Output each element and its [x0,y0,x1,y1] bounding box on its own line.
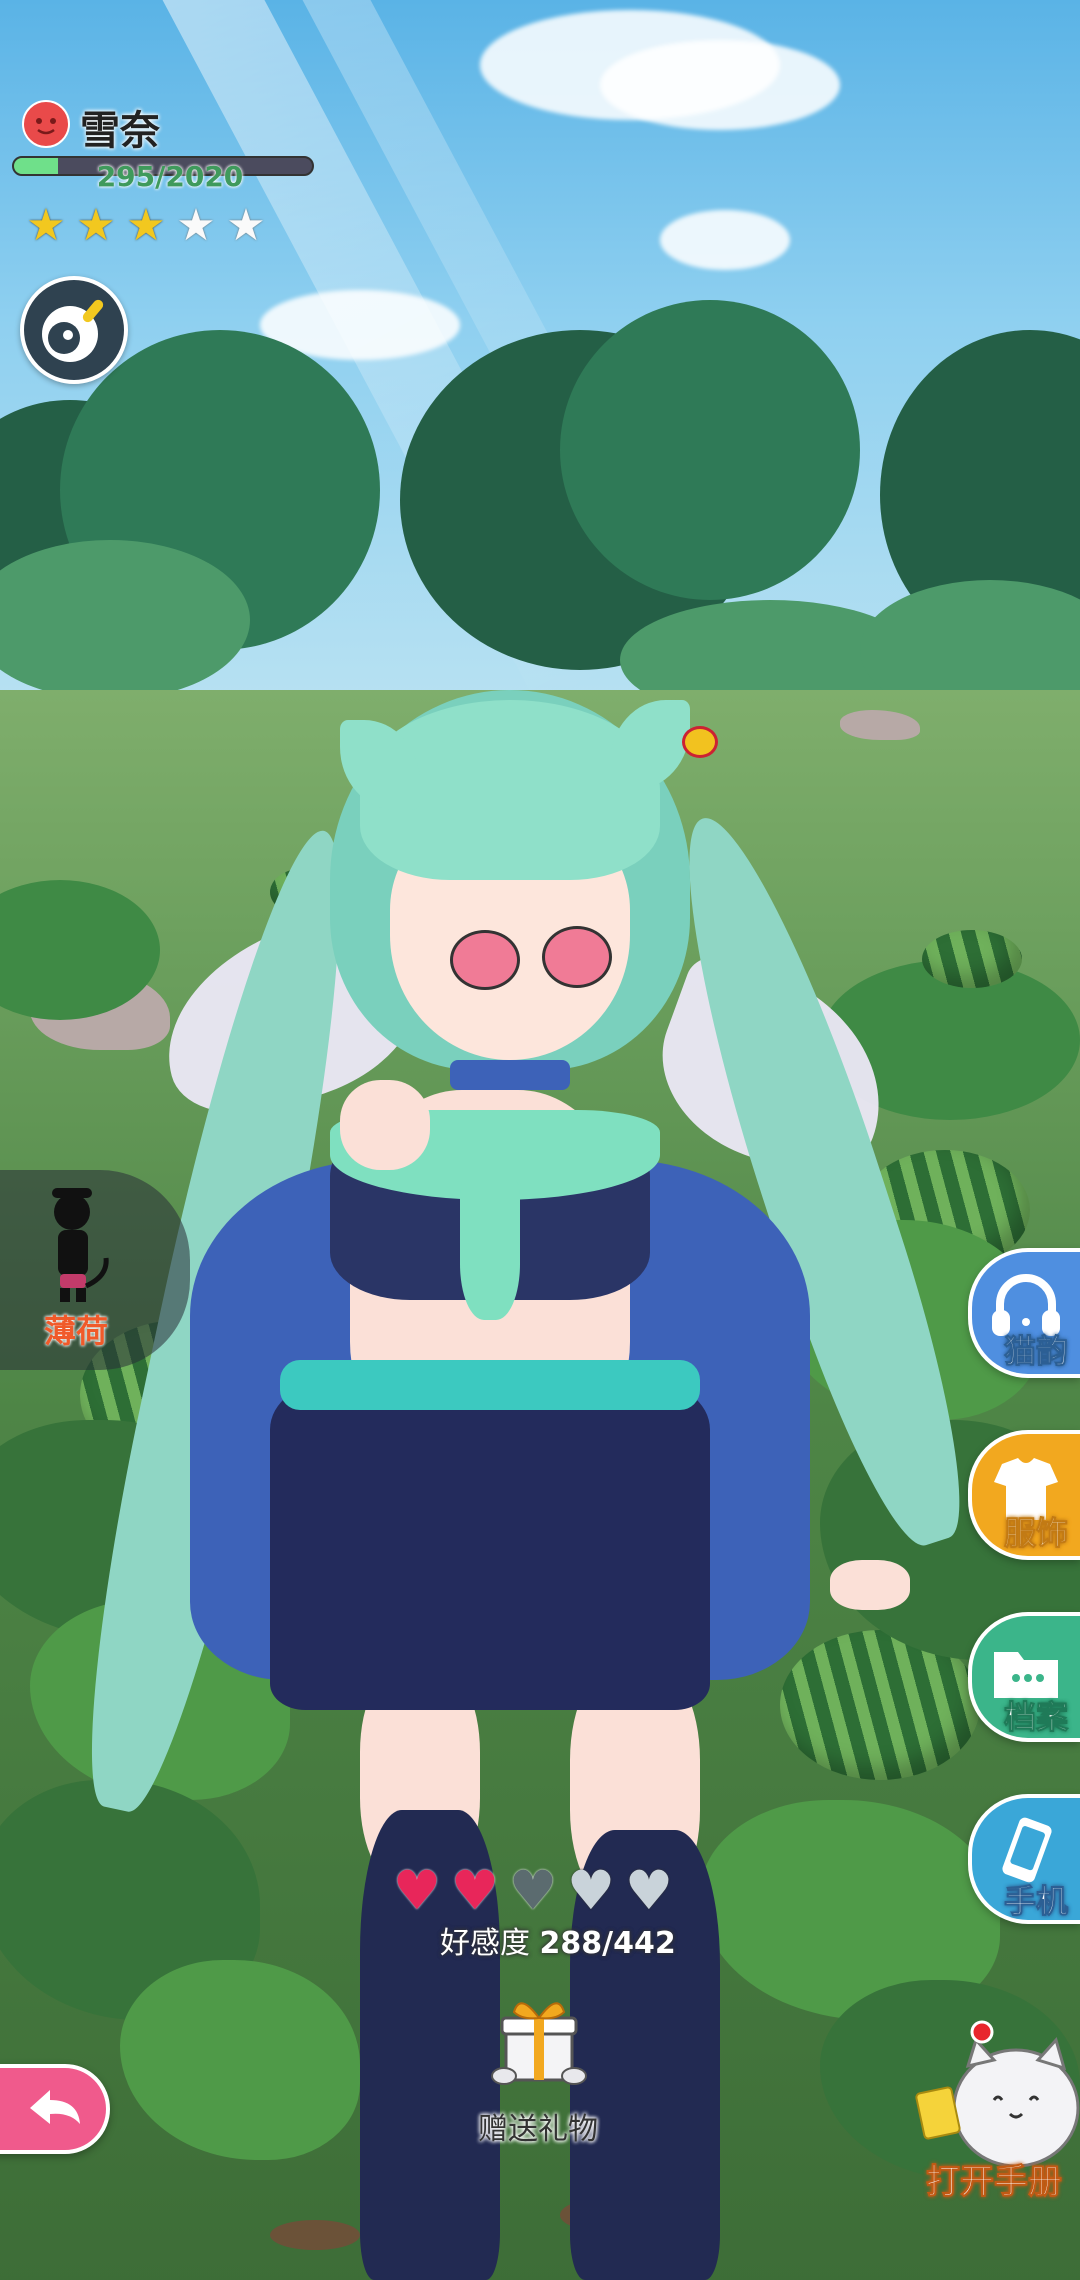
sunglasses-left [450,930,520,990]
back-arrow-icon [30,2090,80,2124]
star-filled-icon: ★ [26,200,66,251]
star-filled-icon: ★ [76,200,116,251]
gift-button[interactable] [484,1982,594,2092]
affection-display: 好感度 288/442 [440,1918,676,1962]
gift-label: 赠送礼物 [478,2112,598,2147]
tree [560,300,860,600]
heart-hairpin [682,726,718,758]
tie [460,1180,520,1320]
cloud [600,40,840,130]
star-filled-icon: ★ [126,200,166,251]
skirt-belt [280,1360,700,1410]
cloud [660,210,790,270]
sunglasses-right [542,926,612,988]
profile-label: 档案 [1003,1698,1068,1737]
phone-label: 手机 [1003,1882,1068,1921]
chat-bubble-button[interactable] [20,276,128,384]
raised-hand [340,1080,430,1170]
back-button[interactable] [0,2064,110,2154]
star-rating: ★ ★ ★ ★ ★ [24,204,268,248]
heart-filled-icon: ♥ [450,1859,500,1922]
chat-bubble-icon [42,299,104,362]
exp-value: 295/2020 [96,160,244,193]
affection-hearts: ♥ ♥ ♥ ♥ ♥ [390,1859,676,1922]
exp-progress-fill [14,158,58,174]
cat-ear-right [610,700,690,790]
star-empty-icon: ★ [226,200,266,251]
choker [450,1060,570,1090]
right-hand [830,1560,910,1610]
outfit-label: 服饰 [1003,1514,1068,1553]
heart-empty-icon: ♥ [508,1859,558,1922]
star-empty-icon: ★ [176,200,216,251]
affection-value: 288/442 [539,1926,676,1961]
mood-face-icon [22,100,70,148]
watermelon [922,930,1022,988]
heart-empty-icon: ♥ [566,1859,616,1922]
gift-box-icon [491,2002,587,2085]
cat-rhyme-label: 猫韵 [1003,1332,1068,1371]
heart-filled-icon: ♥ [392,1859,442,1922]
character-switch-label: 薄荷 [44,1312,109,1350]
handbook-label: 打开手册 [926,2162,1063,2203]
affection-label: 好感度 [440,1926,530,1961]
skirt [270,1380,710,1710]
character-name: 雪奈 [80,108,160,154]
heart-empty-icon: ♥ [624,1859,674,1922]
